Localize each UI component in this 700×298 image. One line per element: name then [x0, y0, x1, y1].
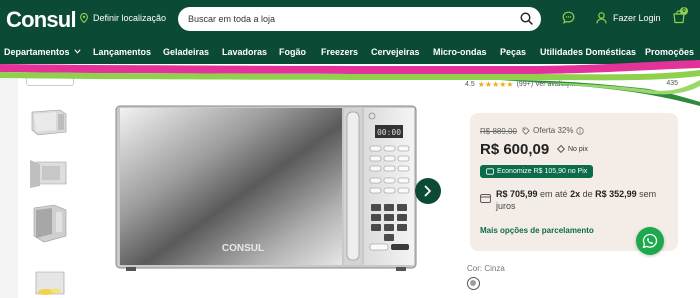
user-icon: [596, 12, 607, 24]
header: Consul Definir localização Fazer Login 0: [0, 0, 700, 42]
nav-item-micro-ondas[interactable]: Micro-ondas: [433, 47, 487, 57]
nav-item-geladeiras[interactable]: Geladeiras: [163, 47, 209, 57]
old-price: R$ 889,00: [480, 127, 517, 136]
microwave-image: 00:00 CONSUL: [115, 105, 417, 271]
brand-on-image: CONSUL: [222, 243, 264, 254]
pix-label: No pix: [568, 145, 588, 153]
login-label: Fazer Login: [613, 13, 661, 23]
nav-item-freezers[interactable]: Freezers: [321, 47, 358, 57]
login-link[interactable]: Fazer Login: [596, 12, 661, 24]
installment-text: R$ 705,99 em até 2x de R$ 352,99 sem jur…: [496, 189, 657, 211]
offer-label: Oferta 32%: [533, 126, 574, 135]
whatsapp-button[interactable]: [636, 227, 664, 255]
color-label: Cor: Cinza: [467, 264, 505, 273]
nav-item-departamentos[interactable]: Departamentos: [4, 47, 81, 57]
consul-logo[interactable]: Consul: [6, 7, 77, 33]
thumbnail-item[interactable]: [26, 202, 74, 244]
search-icon[interactable]: [520, 12, 533, 25]
nav-item-lancamentos[interactable]: Lançamentos: [93, 47, 151, 57]
next-image-button[interactable]: [415, 178, 441, 204]
thumbnail-item[interactable]: [26, 260, 74, 298]
tag-icon: [522, 127, 530, 135]
info-icon[interactable]: [576, 126, 585, 135]
cart-count-badge: 0: [680, 7, 688, 15]
map-pin-icon: [80, 13, 88, 23]
product-main-image[interactable]: 00:00 CONSUL: [82, 78, 454, 298]
nav-item-fogao[interactable]: Fogão: [279, 47, 306, 57]
color-swatch-cinza[interactable]: [467, 277, 480, 290]
more-installments-link[interactable]: Mais opções de parcelamento: [480, 226, 594, 235]
thumbnail-item[interactable]: [26, 152, 74, 194]
chat-icon[interactable]: [562, 11, 575, 24]
savings-label: Economize R$ 105,90 no Pix: [497, 168, 588, 175]
nav-item-cervejeiras[interactable]: Cervejeiras: [371, 47, 420, 57]
card-icon: [480, 194, 491, 203]
swatch-fill: [470, 280, 476, 286]
pix-label-group: No pix: [557, 145, 588, 153]
offer-badge: Oferta 32%: [522, 126, 585, 135]
thumbnail-item[interactable]: [26, 102, 74, 144]
nav-item-promocoes[interactable]: Promoções: [645, 47, 694, 57]
microwave-display: 00:00: [377, 128, 401, 137]
nav-label: Departamentos: [4, 47, 70, 57]
decorative-stripes: [0, 60, 700, 106]
chevron-down-icon: [73, 49, 81, 54]
location-label: Definir localização: [93, 13, 167, 23]
whatsapp-icon: [642, 233, 658, 249]
page-gutter: [0, 78, 18, 298]
nav-item-pecas[interactable]: Peças: [500, 47, 526, 57]
location-selector[interactable]: Definir localização: [80, 13, 166, 23]
thumbnail-list: [18, 72, 82, 298]
current-price: R$ 600,09: [480, 141, 550, 158]
savings-icon: [486, 168, 494, 175]
nav-item-lavadoras[interactable]: Lavadoras: [222, 47, 267, 57]
pix-icon: [557, 145, 565, 153]
search-input[interactable]: [188, 11, 498, 27]
pix-savings-badge: Economize R$ 105,90 no Pix: [480, 165, 594, 178]
chevron-right-icon: [424, 185, 431, 197]
cart-button[interactable]: 0: [672, 7, 688, 29]
search-bar: [178, 7, 541, 31]
nav-item-utilidades-domesticas[interactable]: Utilidades Domésticas: [540, 47, 636, 57]
